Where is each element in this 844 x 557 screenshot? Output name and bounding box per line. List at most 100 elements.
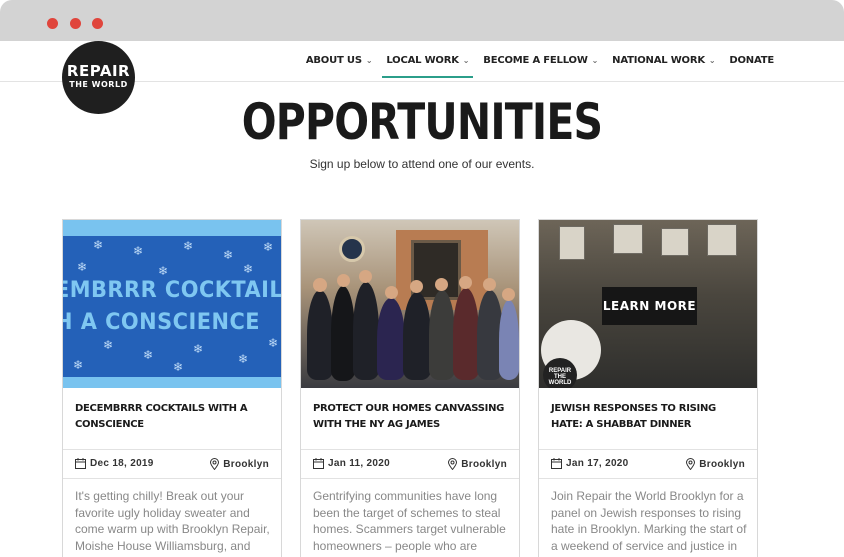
event-date: Dec 18, 2019: [75, 458, 154, 469]
chevron-down-icon: ⌄: [591, 55, 599, 65]
snowflake-icon: ❄: [243, 262, 254, 276]
event-description: Join Repair the World Brooklyn for a pan…: [551, 489, 747, 553]
nav-label: ABOUT US: [305, 54, 362, 66]
window-close-dot[interactable]: [47, 18, 58, 29]
wall-artwork: [661, 228, 689, 256]
event-card[interactable]: ❄ ❄ ❄ ❄ ❄ ❄ ❄ ❄ ❄ ❄ ❄ ❄ ❄ ❄ ❄ EMBRRR COC…: [62, 219, 282, 557]
nav-national-work[interactable]: NATIONAL WORK ⌄: [612, 42, 715, 78]
wall-artwork: [613, 224, 643, 254]
snowflake-icon: ❄: [158, 264, 169, 278]
snowflake-icon: ❄: [223, 248, 234, 262]
person: [429, 290, 455, 380]
person: [453, 288, 479, 380]
nav-label: BECOME A FELLOW: [483, 54, 588, 66]
learn-more-button[interactable]: LEARN MORE: [602, 287, 697, 325]
person-head: [502, 288, 515, 301]
calendar-icon: [313, 458, 324, 469]
window-minimize-dot[interactable]: [70, 18, 81, 29]
person-head: [337, 274, 350, 287]
event-card[interactable]: PROTECT OUR HOMES CANVASSING WITH THE NY…: [300, 219, 520, 557]
snowflake-icon: ❄: [183, 239, 194, 253]
nav-donate[interactable]: DONATE: [729, 42, 774, 78]
snowflake-icon: ❄: [263, 240, 274, 254]
event-meta: Dec 18, 2019 Brooklyn: [63, 449, 281, 479]
event-meta: Jan 11, 2020 Brooklyn: [301, 449, 519, 479]
calendar-icon: [551, 458, 562, 469]
sticker-line-2: THE WORLD: [548, 374, 572, 386]
event-title[interactable]: JEWISH RESPONSES TO RISING HATE: A SHABB…: [551, 401, 746, 433]
logo-line-2: THE WORLD: [69, 80, 128, 89]
event-location: Brooklyn: [686, 458, 745, 470]
snowflake-icon: ❄: [73, 358, 84, 372]
event-location-text: Brooklyn: [223, 458, 269, 470]
page-subtitle: Sign up below to attend one of our event…: [309, 157, 535, 171]
person: [499, 300, 519, 380]
person: [403, 292, 431, 380]
event-location: Brooklyn: [448, 458, 507, 470]
event-date: Jan 17, 2020: [551, 458, 629, 469]
wall-artwork: [707, 224, 737, 256]
image-band: [63, 377, 281, 388]
event-title[interactable]: DECEMBRRR COCKTAILS WITH A CONSCIENCE: [75, 401, 270, 433]
snowflake-icon: ❄: [77, 260, 88, 274]
chevron-down-icon: ⌄: [462, 55, 470, 65]
event-description: Gentrifying communities have long been t…: [313, 489, 506, 553]
wall-clock: [339, 236, 365, 262]
event-date-text: Jan 17, 2020: [566, 458, 629, 469]
image-text: H A CONSCIENCE: [63, 310, 261, 335]
person-head: [459, 276, 472, 289]
repair-logo-sticker: REPAIR THE WORLD: [543, 358, 577, 388]
event-meta: Jan 17, 2020 Brooklyn: [539, 449, 757, 479]
snowflake-icon: ❄: [133, 244, 144, 258]
nav-label: NATIONAL WORK: [612, 54, 705, 66]
chevron-down-icon: ⌄: [708, 55, 716, 65]
page-title: OPPORTUNITIES: [241, 93, 603, 151]
event-location: Brooklyn: [210, 458, 269, 470]
snowflake-icon: ❄: [143, 348, 154, 362]
snowflake-icon: ❄: [93, 238, 104, 252]
chevron-down-icon: ⌄: [365, 55, 373, 65]
event-location-text: Brooklyn: [461, 458, 507, 470]
person-head: [359, 270, 372, 283]
image-band: [63, 220, 281, 236]
event-card[interactable]: REPAIR THE WORLD LEARN MORE JEWISH RESPON…: [538, 219, 758, 557]
event-location-text: Brooklyn: [699, 458, 745, 470]
location-pin-icon: [686, 458, 696, 470]
person-head: [385, 286, 398, 299]
person-head: [313, 278, 327, 292]
location-pin-icon: [210, 458, 220, 470]
event-date: Jan 11, 2020: [313, 458, 390, 469]
nav-about-us[interactable]: ABOUT US ⌄: [306, 42, 373, 78]
main-nav: ABOUT US ⌄ LOCAL WORK ⌄ BECOME A FELLOW ⌄ N…: [292, 41, 774, 79]
person: [331, 286, 355, 381]
snowflake-icon: ❄: [173, 360, 184, 374]
person: [353, 282, 379, 380]
event-image-group-photo[interactable]: [301, 220, 519, 388]
nav-label: LOCAL WORK: [386, 54, 459, 66]
person: [307, 290, 333, 380]
event-image-dinner[interactable]: REPAIR THE WORLD LEARN MORE: [539, 220, 757, 388]
snowflake-icon: ❄: [193, 342, 204, 356]
nav-local-work[interactable]: LOCAL WORK ⌄: [382, 42, 474, 78]
event-date-text: Jan 11, 2020: [328, 458, 390, 469]
snowflake-icon: ❄: [238, 352, 249, 366]
snowflake-icon: ❄: [268, 336, 279, 350]
logo-line-1: REPAIR: [66, 62, 131, 80]
person-head: [483, 278, 496, 291]
nav-label: DONATE: [729, 54, 774, 66]
person-head: [410, 280, 423, 293]
event-image-snowflakes[interactable]: ❄ ❄ ❄ ❄ ❄ ❄ ❄ ❄ ❄ ❄ ❄ ❄ ❄ ❄ ❄ EMBRRR COC…: [63, 220, 281, 388]
wall-artwork: [559, 226, 585, 260]
page: ABOUT US ⌄ LOCAL WORK ⌄ BECOME A FELLOW ⌄ N…: [0, 41, 844, 557]
site-logo[interactable]: REPAIR THE WORLD: [62, 41, 135, 114]
image-text: EMBRRR COCKTAILS: [63, 278, 281, 303]
browser-chrome: [0, 0, 844, 41]
event-date-text: Dec 18, 2019: [90, 458, 154, 469]
window-maximize-dot[interactable]: [92, 18, 103, 29]
event-description: It's getting chilly! Break out your favo…: [75, 489, 270, 553]
nav-become-a-fellow[interactable]: BECOME A FELLOW ⌄: [483, 42, 598, 78]
location-pin-icon: [448, 458, 458, 470]
calendar-icon: [75, 458, 86, 469]
event-title[interactable]: PROTECT OUR HOMES CANVASSING WITH THE NY…: [313, 401, 508, 433]
snowflake-icon: ❄: [103, 338, 114, 352]
